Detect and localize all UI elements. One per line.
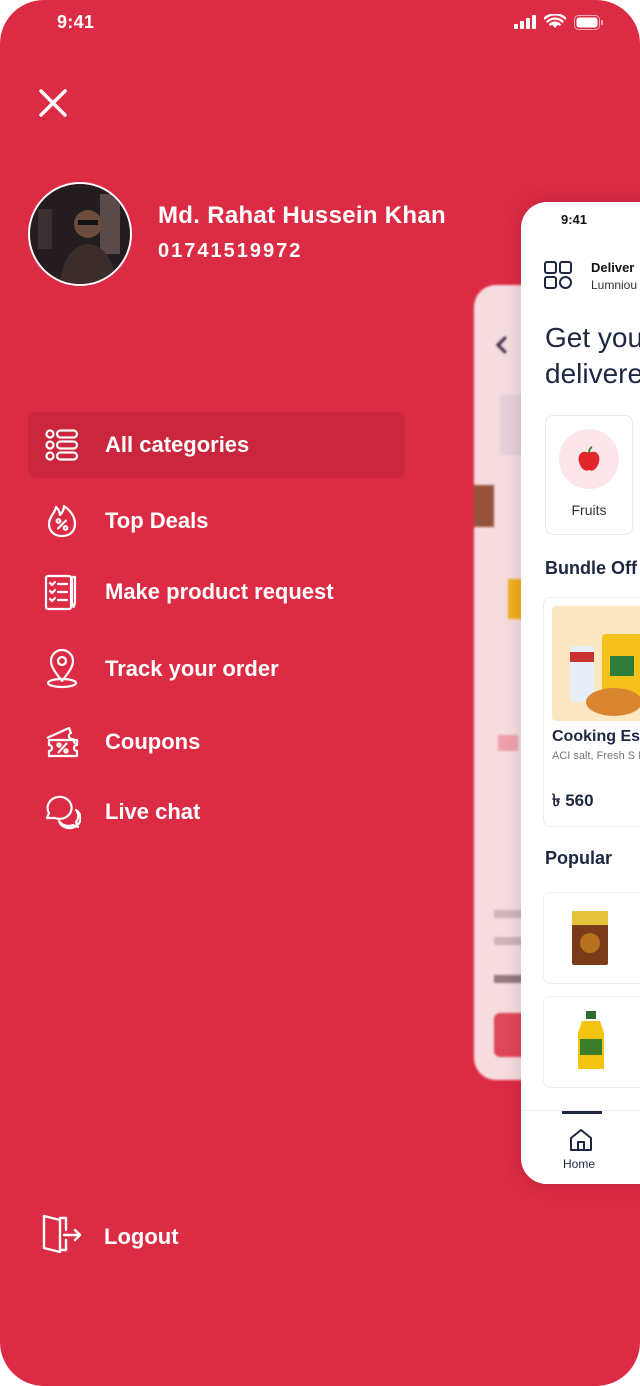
- user-phone: 01741519972: [158, 240, 303, 262]
- product-name: Cooking Es: [552, 728, 640, 745]
- popular-heading: Popular: [545, 848, 613, 868]
- faded-block: [494, 975, 524, 983]
- menu-item-label: All categories: [105, 432, 250, 457]
- bundle-offers-heading: Bundle Off: [545, 558, 637, 578]
- side-drawer: 9:41 Md. Rahat Hussein Khan 01741519972: [0, 0, 640, 1386]
- apple-icon: [578, 446, 600, 471]
- grid-menu-icon: [544, 261, 572, 289]
- active-tab-indicator: [562, 1111, 602, 1114]
- close-icon: [39, 89, 67, 117]
- menu-item-label: Track your order: [105, 656, 279, 681]
- user-name: Md. Rahat Hussein Khan: [158, 202, 446, 229]
- menu-item-live-chat[interactable]: Live chat: [28, 779, 405, 845]
- faded-block: [494, 937, 524, 945]
- bottom-navigation: Home: [521, 1110, 640, 1184]
- status-time: 9:41: [57, 12, 95, 32]
- menu-item-all-categories[interactable]: All categories: [28, 412, 405, 478]
- category-card[interactable]: Fruits: [545, 415, 633, 535]
- deliver-label: Deliver: [591, 260, 635, 275]
- headline: Get you delivere: [545, 320, 640, 392]
- home-icon[interactable]: [568, 1127, 594, 1153]
- menu-item-label: Top Deals: [105, 508, 209, 533]
- discount-flame-icon: [42, 501, 82, 541]
- faded-block: [474, 485, 494, 527]
- cereal-box-image: [572, 911, 608, 965]
- menu-item-label: Coupons: [105, 729, 201, 754]
- location-pin-icon: [42, 649, 82, 689]
- category-icon-circle: [559, 429, 619, 489]
- logout-label: Logout: [104, 1223, 179, 1249]
- delivery-location: Lumniou: [591, 278, 638, 292]
- status-icons: [514, 14, 604, 30]
- menu-item-make-product-request[interactable]: Make product request: [28, 559, 405, 625]
- category-label: Fruits: [571, 502, 607, 518]
- faded-block: [494, 910, 524, 918]
- menu-item-coupons[interactable]: Coupons: [28, 709, 405, 775]
- chat-bubbles-icon: [42, 792, 82, 832]
- avatar[interactable]: [28, 182, 132, 286]
- popular-item[interactable]: [543, 892, 640, 984]
- preview-status-time: 9:41: [561, 212, 588, 227]
- status-bar: 9:41: [0, 0, 640, 48]
- signal-icon: [514, 15, 536, 29]
- faded-block: [498, 735, 518, 751]
- product-price: ৳ 560: [552, 791, 594, 810]
- product-image: [552, 606, 640, 721]
- categories-list-icon: [42, 425, 82, 465]
- logout-button[interactable]: Logout: [40, 1212, 179, 1261]
- headline-line-1: Get you: [545, 322, 640, 353]
- menu-item-label: Make product request: [105, 579, 334, 604]
- request-form-icon: [42, 572, 82, 612]
- faded-block: [508, 579, 522, 619]
- menu-item-top-deals[interactable]: Top Deals: [28, 488, 405, 554]
- menu-item-label: Live chat: [105, 799, 201, 824]
- coupon-ticket-icon: [42, 722, 82, 762]
- close-button[interactable]: [36, 86, 70, 120]
- logout-icon: [40, 1212, 84, 1261]
- wifi-icon: [544, 14, 566, 28]
- user-photo: [30, 184, 130, 284]
- home-screen-preview[interactable]: 9:41 Deliver Lumniou Get you delivere Fr…: [521, 202, 640, 1184]
- popular-item[interactable]: [543, 996, 640, 1088]
- back-chevron-icon: [495, 336, 507, 354]
- headline-line-2: delivere: [545, 358, 640, 389]
- battery-icon: [574, 14, 603, 30]
- product-description: ACI salt, Fresh S Dal, Rice: [552, 750, 640, 762]
- product-card[interactable]: Cooking Es ACI salt, Fresh S Dal, Rice ৳…: [543, 597, 640, 827]
- menu-item-track-your-order[interactable]: Track your order: [28, 636, 405, 702]
- oil-bottle-image: [578, 1011, 604, 1069]
- nav-home-label[interactable]: Home: [563, 1157, 595, 1171]
